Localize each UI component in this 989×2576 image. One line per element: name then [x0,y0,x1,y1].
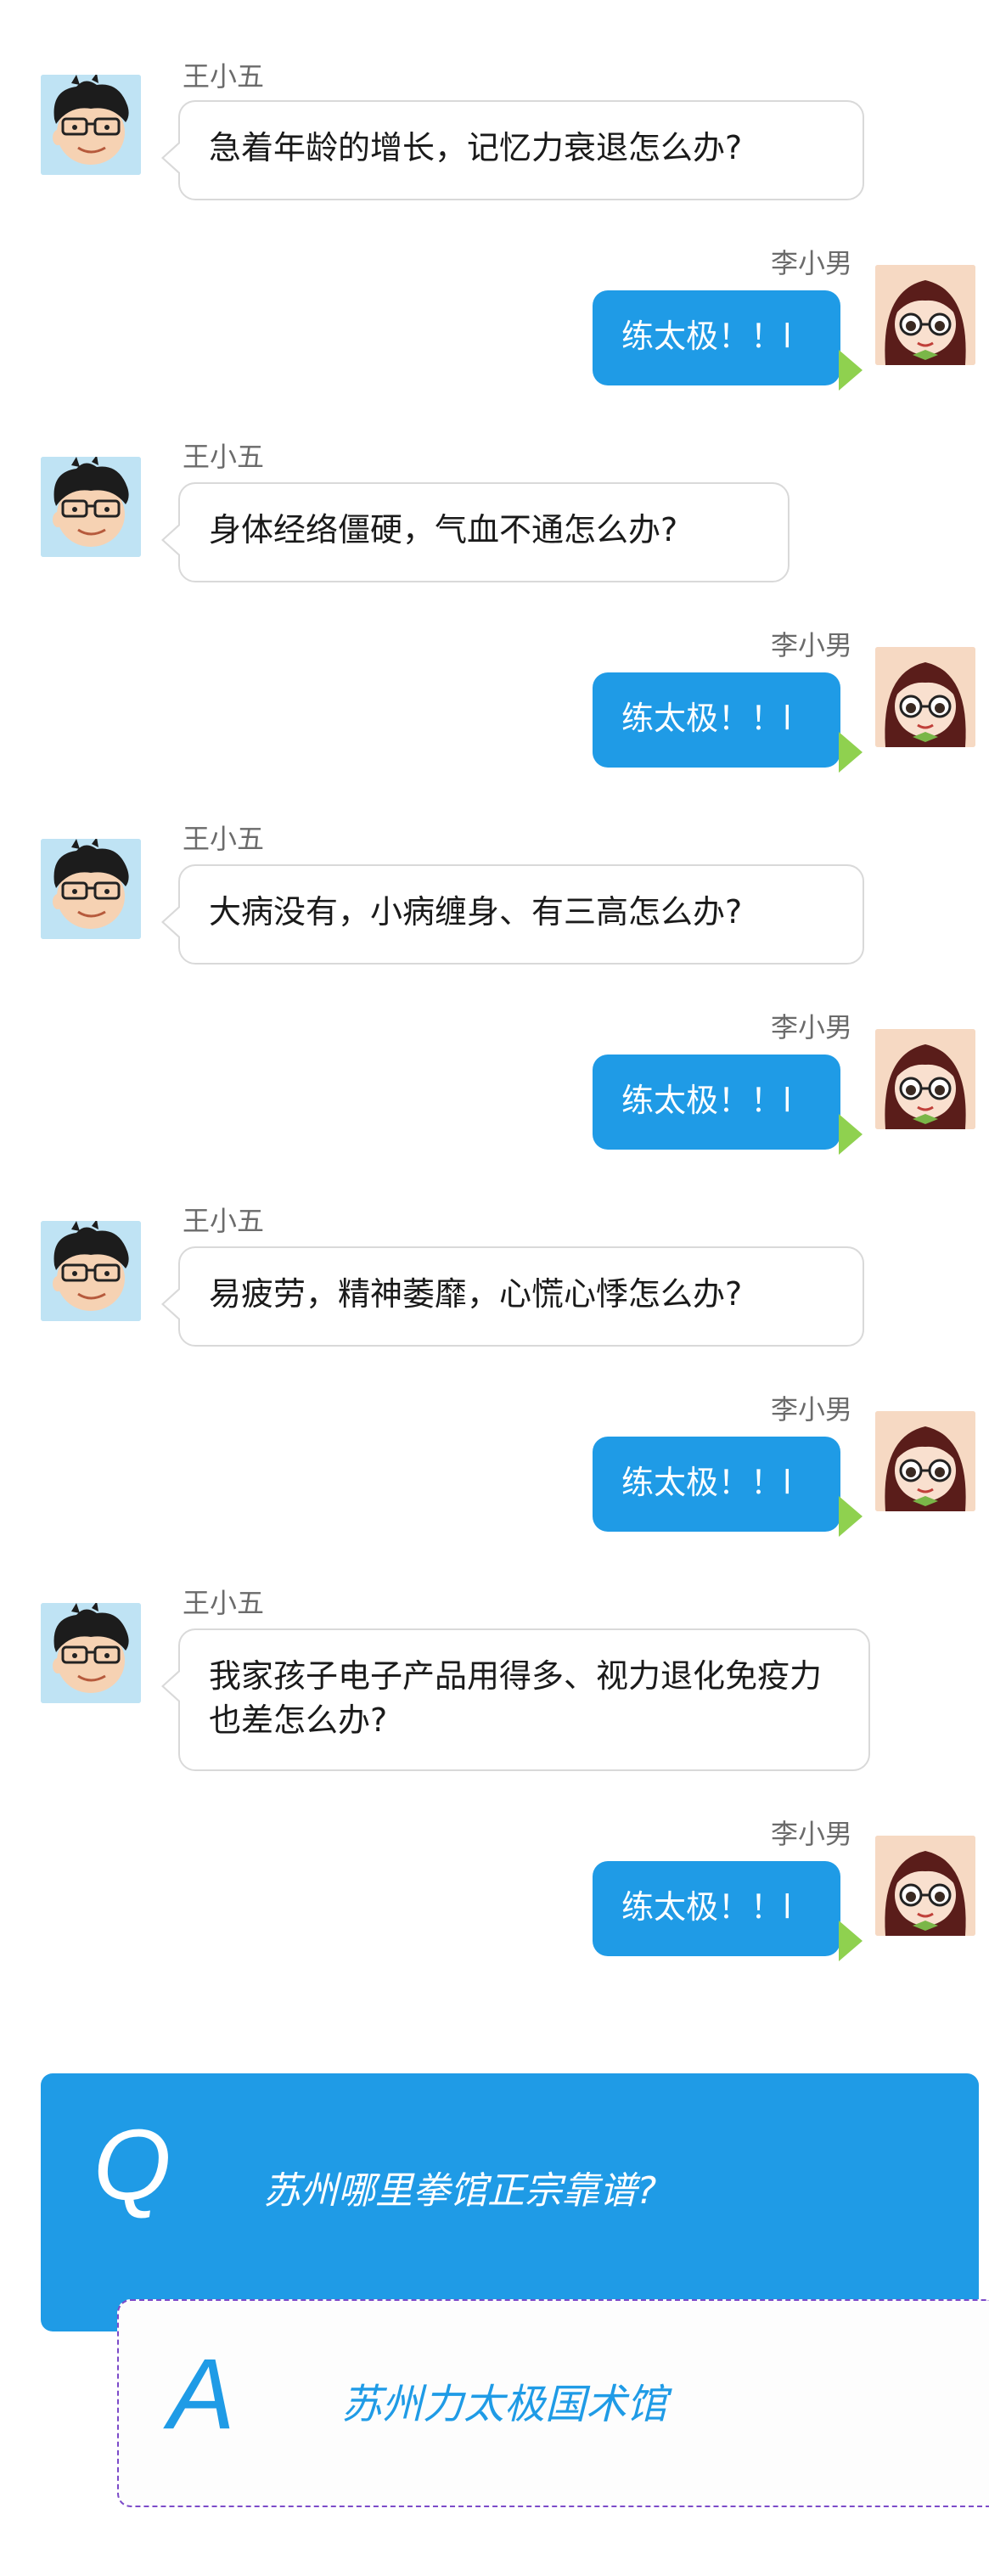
user-avatar-icon[interactable] [41,839,141,939]
sender-name: 李小男 [770,1011,852,1043]
sender-name: 王小五 [183,1587,265,1619]
sender-name: 王小五 [183,60,265,93]
sender-name: 王小五 [183,823,265,855]
contact-avatar-icon[interactable] [875,1836,975,1936]
user-avatar-icon[interactable] [41,1603,141,1703]
user-avatar-icon[interactable] [41,75,141,175]
outgoing-message-bubble: 练太极！！l [593,672,863,773]
sender-name: 王小五 [183,441,265,473]
outgoing-message-bubble: 练太极！！l [593,290,863,391]
incoming-message-bubble: 我家孩子电子产品用得多、视力退化免疫力也差怎么办? [161,1628,870,1771]
question-text: 苏州哪里拳馆正宗靠谱? [263,2169,657,2213]
answer-text[interactable]: 苏州力太极国术馆 [341,2371,667,2430]
user-avatar-icon[interactable] [41,1221,141,1321]
sender-name: 李小男 [770,247,852,279]
incoming-message-bubble: 易疲劳，精神萎靡，心慌心悸怎么办? [161,1246,864,1347]
question-card: Q 苏州哪里拳馆正宗靠谱? [41,2073,979,2331]
sender-name: 李小男 [770,629,852,661]
contact-avatar-icon[interactable] [875,265,975,365]
contact-avatar-icon[interactable] [875,1411,975,1511]
contact-avatar-icon[interactable] [875,647,975,747]
question-letter: Q [93,2109,171,2221]
incoming-message-bubble: 大病没有，小病缠身、有三高怎么办? [161,864,864,965]
incoming-message-bubble: 身体经络僵硬，气血不通怎么办? [161,482,790,582]
answer-card: A 苏州力太极国术馆 [117,2299,989,2507]
answer-letter: A [168,2338,235,2450]
sender-name: 李小男 [770,1818,852,1850]
sender-name: 李小男 [770,1393,852,1426]
outgoing-message-bubble: 练太极！！l [593,1861,863,1961]
incoming-message-bubble: 急着年龄的增长，记忆力衰退怎么办? [161,100,864,200]
user-avatar-icon[interactable] [41,457,141,557]
outgoing-message-bubble: 练太极！！l [593,1055,863,1155]
sender-name: 王小五 [183,1205,265,1237]
outgoing-message-bubble: 练太极！！l [593,1437,863,1537]
contact-avatar-icon[interactable] [875,1029,975,1129]
